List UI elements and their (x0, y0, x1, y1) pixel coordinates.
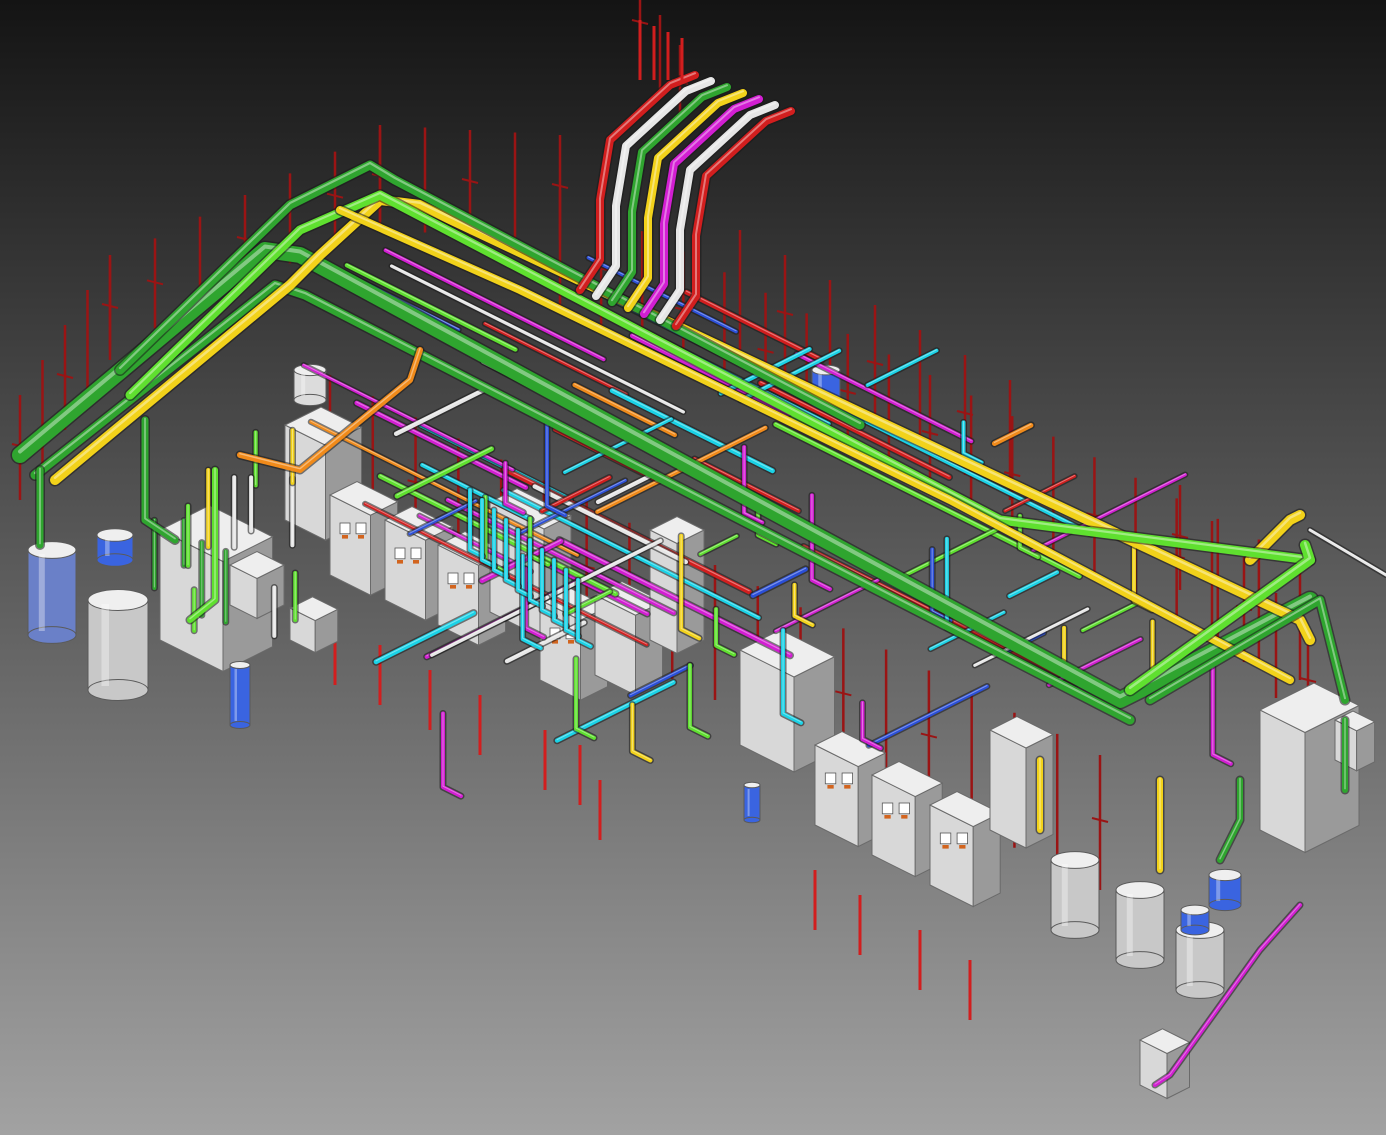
storage-tank (1115, 881, 1165, 969)
plant-3d-view (0, 0, 1386, 1135)
pump-motor (743, 781, 761, 824)
storage-tank (27, 541, 77, 644)
pump-motor (229, 661, 251, 729)
storage-tank (1050, 851, 1100, 939)
pump-vessel (1208, 868, 1242, 912)
storage-tank (87, 589, 149, 701)
pump-vessel (1180, 904, 1210, 936)
render-stage (0, 0, 1386, 1135)
pump-vessel (96, 528, 134, 567)
